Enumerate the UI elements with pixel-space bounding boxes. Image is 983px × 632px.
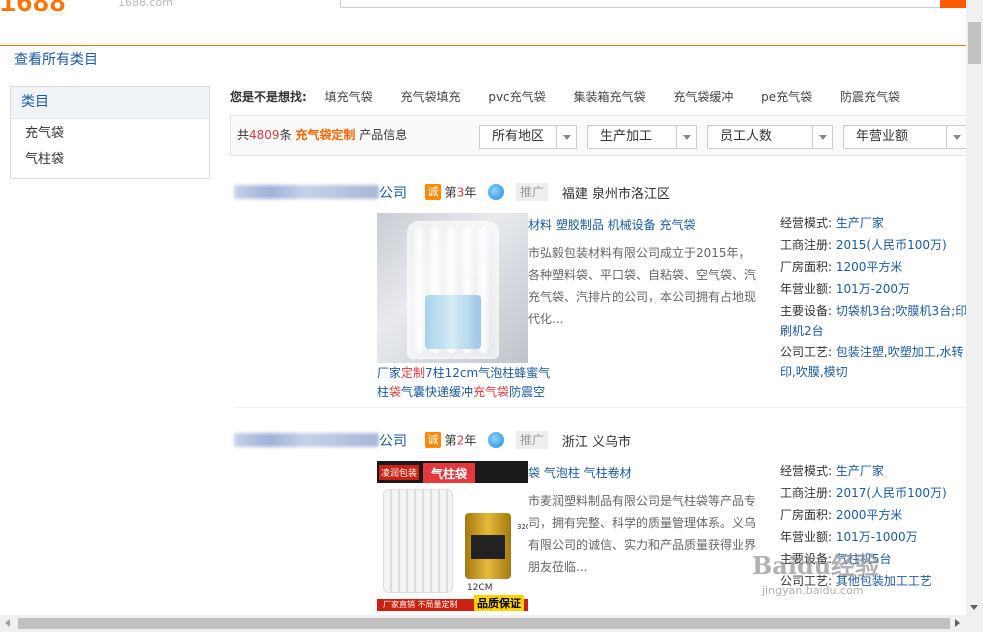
promo-badge: 推广: [515, 183, 548, 201]
business-type-dropdown-label: 生产加工: [600, 129, 653, 144]
product-caption-link[interactable]: 厂家定制7柱12cm气泡柱蜂蜜气柱袋气囊快递缓冲充气袋防震空: [377, 364, 557, 402]
suggestion-link[interactable]: pe充气袋: [761, 90, 812, 104]
employee-count-dropdown[interactable]: 员工人数: [707, 125, 833, 149]
suggestion-link[interactable]: 集装箱充气袋: [573, 90, 645, 104]
filter-bar: 共4809条 充气袋定制 产品信息 所有地区 生产加工 员工人数 年营业额: [230, 115, 970, 156]
category-sidebar: 类目 充气袋 气柱袋: [10, 86, 210, 179]
chevron-down-icon: [556, 126, 576, 148]
baidu-jingyan-watermark: Baidu经验 jingyan.baidu.com: [752, 546, 880, 597]
region-dropdown-label: 所有地区: [492, 129, 545, 144]
business-type-dropdown[interactable]: 生产加工: [587, 125, 697, 149]
suggestion-link[interactable]: pvc充气袋: [488, 90, 545, 104]
watermark-url: jingyan.baidu.com: [762, 584, 864, 597]
employee-count-dropdown-label: 员工人数: [720, 129, 773, 144]
product-thumbnail[interactable]: [377, 213, 528, 363]
air-column-bag-image: [383, 489, 453, 593]
info-row: 厂房面积: 2000平方米: [780, 508, 903, 522]
vertical-scroll-thumb[interactable]: [968, 22, 981, 64]
info-row: 厂房面积: 1200平方米: [780, 260, 903, 274]
search-input[interactable]: [340, 0, 942, 8]
company-info: 经营模式: 生产厂家 工商注册: 2015(人民币100万) 厂房面积: 120…: [780, 212, 970, 383]
search-keyword: 充气袋定制: [295, 128, 356, 142]
membership-years: 第3年: [444, 185, 477, 200]
count-number: 4809: [249, 128, 280, 142]
bottle-image: [425, 295, 481, 349]
chat-icon[interactable]: [488, 432, 505, 448]
info-row: 经营模式: 生产厂家: [780, 464, 884, 478]
sidebar-title: 类目: [11, 87, 209, 119]
company-header: 公司 诚 第3年 推广 福建 泉州市洛江区: [234, 182, 670, 204]
company-name-blurred: [234, 185, 379, 199]
search-button[interactable]: [940, 0, 966, 8]
product-thumbnail[interactable]: 凌润包装 气柱袋 32CM 12CM 厂家直销 不局量定制 品质保证: [377, 461, 528, 611]
company-header: 公司 诚 第2年 推广 浙江 义乌市: [234, 430, 631, 452]
region-dropdown[interactable]: 所有地区: [479, 125, 577, 149]
annual-revenue-dropdown[interactable]: 年营业额: [843, 125, 967, 149]
top-header: 1688 1688.com: [0, 0, 966, 46]
info-row: 主要设备: 切袋机3台;吹膜机3台;印刷机2台: [780, 304, 968, 338]
all-categories-link[interactable]: 查看所有类目: [14, 49, 98, 69]
suggestion-link[interactable]: 填充气袋: [325, 90, 373, 104]
count-prefix: 共: [237, 128, 250, 142]
suggestion-link[interactable]: 充气袋填充: [400, 90, 460, 104]
result-count: 共4809条 充气袋定制 产品信息: [237, 126, 407, 143]
annual-revenue-dropdown-label: 年营业额: [856, 129, 909, 144]
count-mid: 条: [279, 128, 292, 142]
search-suggestions: 您是不是想找: 填充气袋 充气袋填充 pvc充气袋 集装箱充气袋 充气袋缓冲 p…: [230, 88, 924, 106]
info-row: 公司工艺: 包装注塑,吹塑加工,水转印,吹膜,模切: [780, 345, 964, 379]
horizontal-scrollbar[interactable]: [0, 615, 983, 632]
company-description: 市麦润塑料制品有限公司是气柱袋等产品专司，拥有完整、科学的质量管理体系。义乌有限…: [528, 494, 757, 574]
company-result-card: 公司 诚 第3年 推广 福建 泉州市洛江区 材料 塑胶制品 机械设备 充气袋 市…: [234, 180, 967, 408]
chevron-down-icon: [676, 126, 696, 148]
info-row: 经营模式: 生产厂家: [780, 216, 884, 230]
company-location: 浙江 义乌市: [561, 434, 631, 450]
membership-years: 第2年: [444, 433, 477, 448]
company-name-link[interactable]: 公司: [234, 185, 407, 201]
company-name-suffix: 公司: [379, 185, 407, 201]
company-description: 市弘毅包装材料有限公司成立于2015年，各种塑料袋、平口袋、自粘袋、空气袋、汽充…: [528, 246, 757, 326]
scroll-down-arrow-icon[interactable]: [970, 605, 978, 610]
chevron-down-icon: [946, 126, 966, 148]
chevron-down-icon: [812, 126, 832, 148]
company-name-suffix: 公司: [379, 433, 407, 449]
info-row: 年营业额: 101万-200万: [780, 282, 911, 296]
image-dimension-vertical: 32CM: [517, 523, 528, 531]
watermark-title: Baidu经验: [752, 551, 880, 580]
horizontal-scroll-thumb[interactable]: [18, 618, 950, 629]
image-dimension-horizontal: 12CM: [467, 583, 493, 593]
promo-badge: 推广: [515, 431, 548, 449]
company-location: 福建 泉州市洛江区: [561, 186, 670, 202]
scroll-right-arrow-icon[interactable]: [955, 619, 960, 627]
image-title-tag: 气柱袋: [423, 463, 476, 484]
company-name-blurred: [234, 433, 379, 447]
main-products-link[interactable]: 材料 塑胶制品 机械设备 充气袋: [528, 216, 695, 233]
suggestion-link[interactable]: 充气袋缓冲: [673, 90, 733, 104]
sidebar-item-column-bag[interactable]: 气柱袋: [11, 147, 209, 173]
integrity-badge-icon[interactable]: 诚: [424, 432, 441, 448]
scroll-left-arrow-icon[interactable]: [5, 619, 10, 627]
sidebar-list: 充气袋 气柱袋: [11, 119, 209, 173]
site-logo-sub: 1688.com: [118, 0, 173, 9]
count-suffix: 产品信息: [359, 128, 408, 142]
suggestion-link[interactable]: 防震充气袋: [840, 90, 900, 104]
sidebar-item-inflatable-bag[interactable]: 充气袋: [11, 121, 209, 147]
main-products-link[interactable]: 袋 气泡柱 气柱卷材: [528, 464, 632, 481]
image-quality-badge: 品质保证: [474, 595, 524, 611]
info-row: 年营业额: 101万-1000万: [780, 530, 918, 544]
integrity-badge-icon[interactable]: 诚: [424, 184, 441, 200]
suggestions-label: 您是不是想找:: [230, 90, 307, 104]
image-bottom-text: 厂家直销 不局量定制: [383, 600, 458, 609]
site-logo[interactable]: 1688: [0, 0, 66, 18]
company-name-link[interactable]: 公司: [234, 433, 407, 449]
image-brand-tag: 凌润包装: [379, 465, 420, 480]
company-result-card: 公司 诚 第2年 推广 浙江 义乌市 凌润包装 气柱袋 32CM 12CM 厂家…: [234, 428, 966, 628]
info-row: 工商注册: 2015(人民币100万): [780, 238, 947, 252]
info-row: 工商注册: 2017(人民币100万): [780, 486, 947, 500]
vertical-scrollbar[interactable]: [966, 0, 983, 615]
chat-icon[interactable]: [488, 184, 505, 200]
